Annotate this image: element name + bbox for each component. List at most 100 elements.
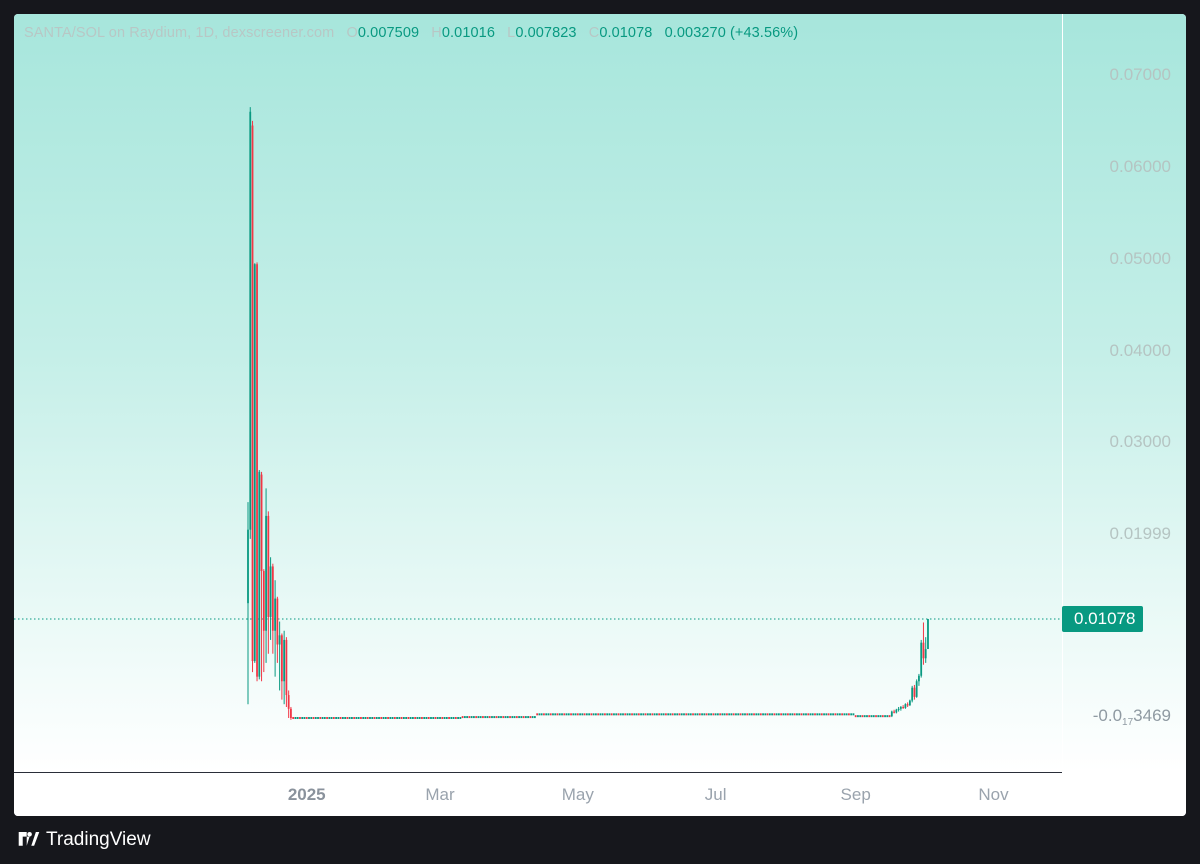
- candle-body: [644, 713, 647, 716]
- candle-body: [719, 713, 722, 716]
- candle-body: [280, 635, 283, 682]
- candle-body: [886, 715, 889, 718]
- candle-body: [545, 713, 548, 716]
- candle-body: [610, 713, 613, 716]
- candle-body: [425, 717, 428, 719]
- plot-area[interactable]: SANTA/SOL on Raydium, 1D, dexscreener.co…: [14, 14, 1062, 772]
- candle-body: [543, 713, 545, 716]
- candle-body: [642, 713, 645, 716]
- candle-body: [265, 515, 267, 631]
- candle-body: [473, 716, 475, 719]
- candle-body: [556, 713, 559, 716]
- candle-body: [768, 713, 771, 716]
- candle-body: [592, 713, 595, 716]
- time-axis[interactable]: 2025 Mar May Jul Sep Nov: [14, 772, 1062, 816]
- candle-body: [601, 713, 604, 716]
- candle-body: [574, 713, 577, 716]
- candle-body: [491, 716, 493, 719]
- candle-body: [613, 713, 615, 716]
- candle-body: [459, 717, 462, 719]
- candle-body: [825, 713, 828, 716]
- legend-high-value: 0.01016: [441, 25, 495, 41]
- candle-body: [346, 717, 349, 719]
- y-tick-label: 0.07000: [1109, 65, 1171, 84]
- price-axis[interactable]: 0.07000 0.06000 0.05000 0.04000 0.03000 …: [1062, 14, 1186, 772]
- candle-body: [400, 717, 403, 719]
- candle-body: [299, 717, 301, 719]
- candle-body: [746, 713, 749, 716]
- candle-body: [780, 713, 783, 716]
- candle-body: [789, 713, 792, 716]
- candle-body: [561, 713, 563, 716]
- candle-body: [834, 713, 837, 716]
- candle-body: [872, 715, 875, 718]
- candle-body: [836, 713, 839, 716]
- candle-body: [739, 713, 742, 716]
- candle-body: [430, 717, 432, 719]
- candle-body: [294, 717, 297, 719]
- candle-body: [866, 715, 868, 718]
- candle-body: [477, 716, 480, 719]
- candle-body: [696, 713, 699, 716]
- y-tick-label: 0.05000: [1109, 248, 1171, 268]
- candle-body: [861, 715, 864, 718]
- candle-body: [369, 717, 371, 719]
- candle-body: [274, 598, 277, 631]
- candle-body: [667, 713, 670, 716]
- low-price-label: -0.0173469: [1093, 706, 1171, 728]
- candle-body: [827, 713, 830, 716]
- candle-body: [814, 713, 816, 716]
- candle-body: [332, 717, 335, 719]
- candle-body: [317, 717, 319, 719]
- candle-body: [732, 713, 735, 716]
- candle-body: [707, 713, 710, 716]
- candle-body: [296, 717, 299, 719]
- legend-close-label: C: [588, 25, 600, 41]
- candle-body: [402, 717, 405, 719]
- candle-body: [640, 713, 642, 716]
- candle-body: [565, 713, 568, 716]
- candle-body: [924, 649, 927, 659]
- candle-body: [626, 713, 629, 716]
- legend-high-label: H: [431, 25, 442, 41]
- candle-body: [258, 471, 261, 677]
- candle-body: [712, 713, 715, 716]
- candle-body: [796, 713, 798, 716]
- candle-body: [303, 717, 306, 719]
- candle-body: [253, 264, 256, 662]
- candle-body: [904, 704, 907, 708]
- candle-body: [518, 716, 520, 719]
- candle-body: [585, 713, 588, 716]
- candle-body: [247, 529, 249, 604]
- candle-body: [653, 713, 656, 716]
- candle-body: [735, 713, 737, 716]
- candle-body: [599, 713, 602, 716]
- candle-body: [915, 681, 918, 697]
- candle-body: [576, 713, 579, 716]
- candle-body: [463, 716, 466, 719]
- candle-body: [606, 713, 609, 716]
- candle-body: [360, 717, 362, 719]
- candle-body: [292, 717, 295, 719]
- x-tick-label: May: [561, 785, 594, 804]
- candle-body: [811, 713, 814, 716]
- candle-body: [807, 713, 810, 716]
- candle-body: [646, 713, 649, 716]
- candle-body: [918, 675, 920, 682]
- candle-body: [348, 717, 351, 719]
- candle-body: [863, 715, 866, 718]
- candle-body: [890, 711, 893, 717]
- candle-body: [301, 717, 304, 719]
- candle-body: [366, 717, 369, 719]
- candle-body: [344, 717, 347, 719]
- candle-body: [705, 713, 708, 716]
- candle-body: [744, 713, 746, 716]
- candle-body: [920, 642, 923, 676]
- candle-body: [276, 598, 279, 645]
- candle-body: [371, 717, 374, 719]
- candle-body: [441, 717, 444, 719]
- candle-body: [870, 715, 873, 718]
- candle-body: [628, 713, 631, 716]
- candle-body: [850, 713, 853, 716]
- candle-body: [829, 713, 832, 716]
